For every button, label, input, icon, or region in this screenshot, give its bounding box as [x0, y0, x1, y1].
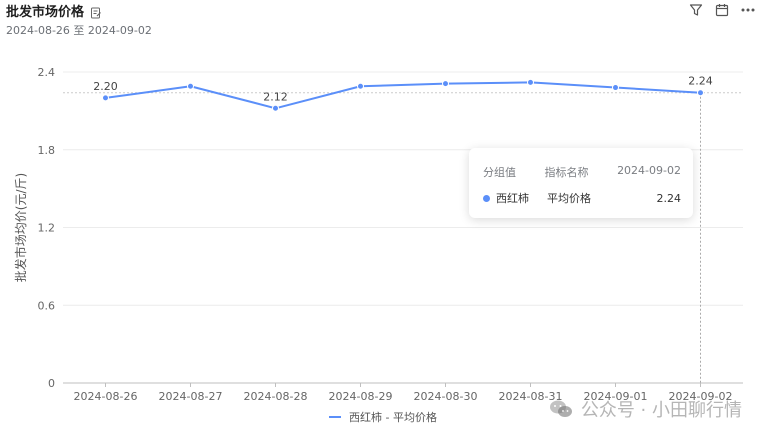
y-tick-label: 1.2: [38, 222, 56, 235]
watermark-text: 公众号 · 小田聊行情: [580, 400, 742, 421]
x-tick-label: 2024-08-26: [74, 390, 138, 403]
x-tick-label: 2024-08-28: [244, 390, 308, 403]
y-axis-title: 批发市场均价(元/斤): [13, 173, 28, 282]
data-point: [442, 80, 449, 88]
tooltip-metric-name: 平均价格: [547, 192, 591, 205]
tooltip-head-date: 2024-09-02: [617, 164, 681, 177]
y-tick-label: 0: [48, 377, 55, 390]
data-label: 2.12: [263, 90, 288, 103]
data-labels: 2.20 2.12 2.24: [93, 75, 713, 104]
line-chart: 0 0.6 1.2 1.8 2.4 2024-08-26 2024-08-27 2024-08…: [13, 66, 743, 403]
tooltip: 分组值 指标名称 2024-09-02 西红柿 平均价格 2.24: [469, 148, 693, 218]
data-point: [272, 104, 279, 112]
data-point: [357, 82, 364, 90]
tooltip-series-name: 西红柿: [496, 192, 529, 205]
tooltip-series: 西红柿: [483, 190, 547, 206]
y-tick-label: 0.6: [38, 299, 56, 312]
data-point: [612, 84, 619, 92]
y-tick-label: 1.8: [38, 144, 56, 157]
y-tick-label: 2.4: [38, 66, 56, 79]
tooltip-header: 分组值 指标名称 2024-09-02: [483, 164, 681, 180]
watermark: 公众号 · 小田聊行情: [549, 396, 742, 422]
wechat-logo-icon: [549, 400, 572, 417]
x-tick-label: 2024-08-27: [159, 390, 223, 403]
tooltip-head-metric: 指标名称: [544, 166, 589, 179]
series-line: [105, 81, 701, 110]
grid-lines: [63, 71, 743, 383]
data-point: [697, 89, 704, 97]
tooltip-value: 2.24: [656, 191, 682, 205]
tooltip-row: 西红柿 平均价格 2.24: [483, 190, 681, 206]
chart-card: 批发市场价格 2024-08-26 至 2024-09-02 0 0.6 1.2…: [0, 0, 766, 438]
data-point: [102, 94, 109, 102]
tooltip-head-group: 分组值: [483, 166, 516, 179]
series-layer: [102, 78, 704, 112]
data-point: [527, 78, 534, 86]
series-dot-icon: [483, 194, 490, 202]
x-tick-label: 2024-08-30: [414, 390, 478, 403]
data-point: [187, 82, 194, 90]
data-label: 2.20: [93, 80, 118, 93]
data-label: 2.24: [688, 75, 713, 88]
legend-line-icon: [329, 416, 342, 418]
axes: 0 0.6 1.2 1.8 2.4 2024-08-26 2024-08-27 2024-08…: [13, 66, 743, 403]
x-tick-label: 2024-08-29: [329, 390, 393, 403]
legend-label: 西红柿 - 平均价格: [349, 411, 437, 424]
